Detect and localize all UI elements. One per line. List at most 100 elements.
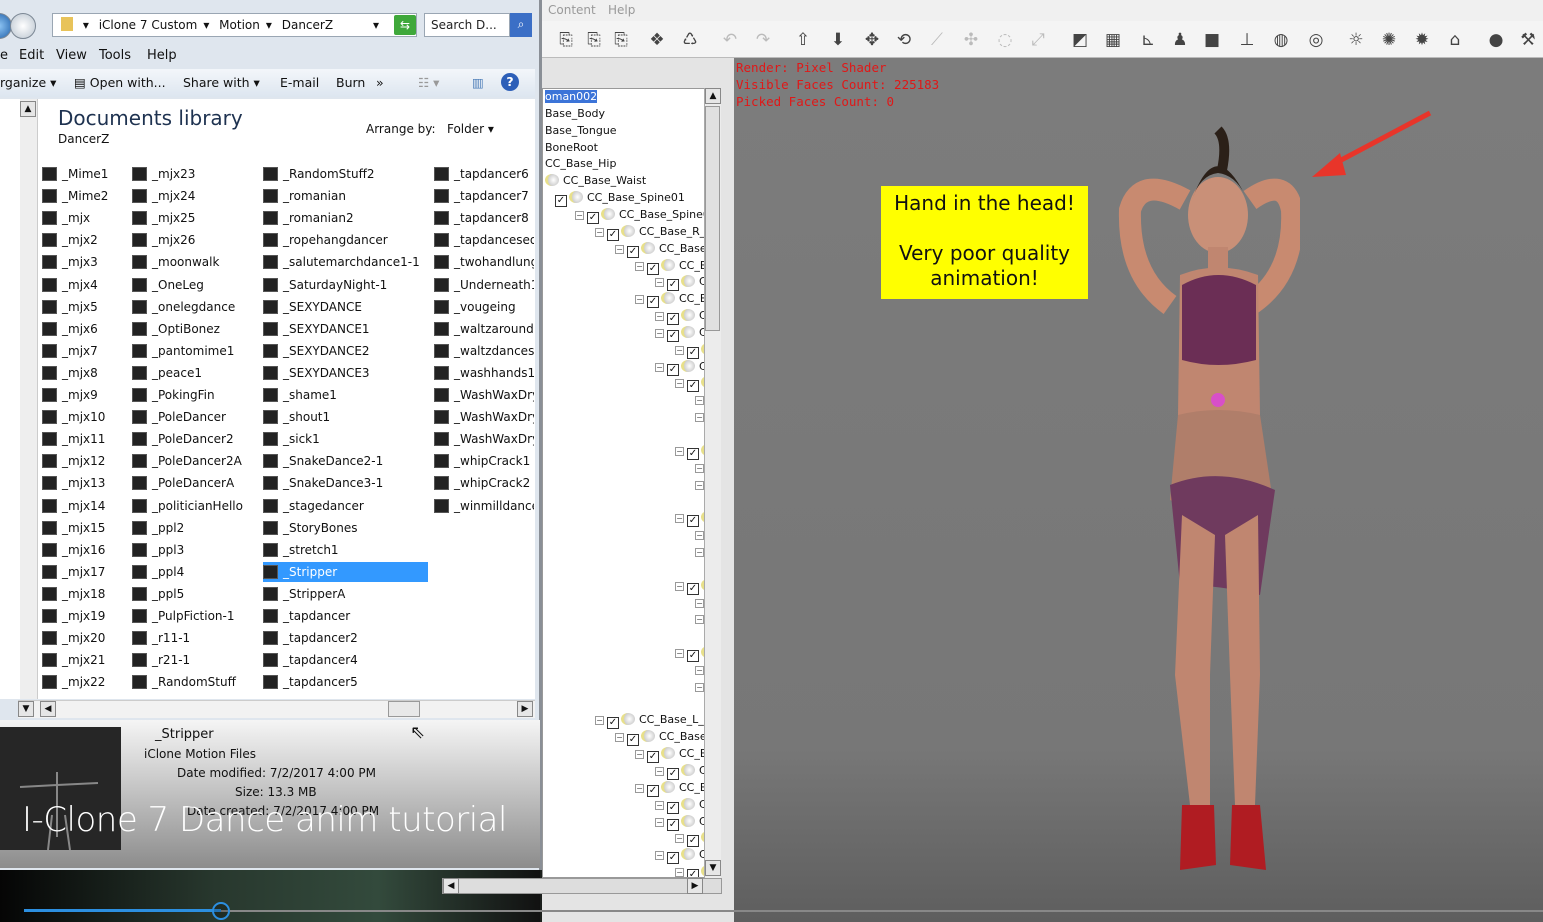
vertical-scrollbar[interactable]: ▲ (20, 99, 38, 699)
collapse-icon[interactable]: − (595, 716, 604, 726)
file-item[interactable]: _WashWaxDry (434, 429, 534, 449)
tree-node[interactable]: − (695, 477, 704, 493)
batch-icon[interactable]: ❖ (645, 29, 669, 51)
collapse-icon[interactable]: − (675, 514, 684, 524)
file-item[interactable]: _mjx7 (42, 341, 127, 361)
search-input[interactable]: Search D... (424, 13, 510, 37)
checkbox-checked[interactable]: ✓ (627, 245, 639, 258)
collapse-icon[interactable]: − (575, 210, 584, 220)
collapse-icon[interactable]: − (675, 446, 684, 456)
file-item[interactable]: _tapdancer (263, 606, 428, 626)
collapse-icon[interactable]: − (695, 665, 704, 675)
checkbox-checked[interactable]: ✓ (687, 346, 699, 359)
file-item[interactable]: _pantomime1 (132, 341, 257, 361)
file-item[interactable]: _politicianHello (132, 496, 257, 516)
file-item[interactable]: _ppl2 (132, 518, 257, 538)
file-item[interactable]: _mjx19 (42, 606, 127, 626)
file-item[interactable]: _mjx26 (132, 230, 257, 250)
arrange-by[interactable]: Arrange by: Folder ▾ (366, 122, 494, 136)
move-icon[interactable]: ✥ (860, 29, 884, 51)
collapse-icon[interactable]: − (655, 328, 664, 338)
file-item[interactable]: _mjx13 (42, 473, 127, 493)
file-item[interactable]: _mjx4 (42, 275, 127, 295)
file-item[interactable]: _romanian2 (263, 208, 428, 228)
file-item[interactable]: _tapdancer8 (434, 208, 534, 228)
help-icon[interactable]: ? (501, 73, 519, 91)
file-item[interactable]: _Underneath1 (434, 275, 534, 295)
scroll-right-icon[interactable]: ▶ (517, 701, 533, 717)
file-item[interactable]: _WashWaxDry (434, 407, 534, 427)
file-item[interactable]: _mjx10 (42, 407, 127, 427)
file-item[interactable]: _mjx22 (42, 672, 127, 692)
file-item[interactable]: _mjx21 (42, 650, 127, 670)
file-item[interactable]: _waltzdancesi (434, 341, 534, 361)
checkbox-checked[interactable]: ✓ (647, 784, 659, 797)
file-item[interactable]: _SnakeDance2-1 (263, 451, 428, 471)
tree-node[interactable]: − (695, 611, 704, 627)
file-item[interactable]: _vougeing (434, 297, 534, 317)
checkbox-checked[interactable]: ✓ (667, 768, 679, 780)
menu-tools[interactable]: Tools (99, 48, 131, 63)
checkbox-checked[interactable]: ✓ (627, 734, 639, 747)
scroll-left-icon[interactable]: ◀ (443, 878, 459, 894)
preview-pane-icon[interactable]: ▥ (472, 75, 484, 90)
file-item[interactable]: _mjx23 (132, 164, 257, 184)
file-item[interactable]: _Mime1 (42, 164, 127, 184)
collapse-icon[interactable]: − (695, 480, 704, 490)
collapse-icon[interactable]: − (655, 278, 664, 288)
tree-node[interactable]: − ✓ CC_Base_Spine02 (575, 207, 717, 224)
checkbox-checked[interactable]: ✓ (667, 852, 679, 865)
collapse-icon[interactable]: − (695, 615, 704, 625)
collapse-icon[interactable]: − (695, 598, 704, 608)
checkbox-checked[interactable]: ✓ (687, 515, 699, 528)
file-item[interactable]: _ppl5 (132, 584, 257, 604)
undo-icon[interactable]: ↶ (718, 29, 742, 51)
collapse-icon[interactable]: − (675, 834, 684, 844)
fbx-export-icon[interactable]: ⎘ (554, 29, 578, 51)
checkbox-checked[interactable]: ✓ (667, 279, 679, 292)
file-item[interactable]: _mjx14 (42, 496, 127, 516)
file-item[interactable]: _Mime2 (42, 186, 127, 206)
file-item[interactable]: _PokingFin (132, 385, 257, 405)
checkbox-checked[interactable]: ✓ (667, 363, 679, 376)
file-item[interactable]: _whipCrack2 (434, 473, 534, 493)
scroll-right-icon[interactable]: ▶ (687, 878, 703, 894)
burn-button[interactable]: Burn (336, 75, 365, 90)
scroll-up-icon[interactable]: ▲ (20, 101, 36, 117)
file-item[interactable]: _SnakeDance3-1 (263, 473, 428, 493)
spotlight-icon[interactable]: ✺ (1377, 29, 1401, 51)
checkbox-checked[interactable]: ✓ (687, 582, 699, 595)
collapse-icon[interactable]: − (615, 733, 624, 743)
file-item[interactable]: _SEXYDANCE3 (263, 363, 428, 383)
convert-icon[interactable]: ♺ (678, 29, 702, 51)
scroll-thumb[interactable] (388, 701, 420, 717)
collapse-icon[interactable]: − (655, 312, 664, 322)
file-item[interactable]: _salutemarchdance1-1 (263, 252, 428, 272)
breadcrumb-item[interactable]: DancerZ (282, 18, 333, 32)
collapse-icon[interactable]: − (655, 767, 664, 776)
collapse-icon[interactable]: − (635, 750, 644, 760)
file-item[interactable]: _tapdanceseq (434, 230, 534, 250)
tree-node[interactable]: oman002 (545, 89, 598, 105)
tree-horizontal-scrollbar[interactable]: ◀ ▶ (442, 878, 722, 894)
file-item[interactable]: _r11-1 (132, 628, 257, 648)
file-item[interactable]: _mjx20 (42, 628, 127, 648)
file-item[interactable]: _mjx16 (42, 540, 127, 560)
checkbox-checked[interactable]: ✓ (555, 195, 567, 208)
checkbox-checked[interactable]: ✓ (687, 869, 699, 877)
collapse-icon[interactable]: − (695, 413, 704, 423)
collapse-icon[interactable]: − (615, 244, 624, 254)
tree-node[interactable]: ✓ CC_Base_Spine01 (555, 190, 685, 208)
file-item[interactable]: _PoleDancer2A (132, 451, 257, 471)
character-icon[interactable]: ♟ (1168, 29, 1192, 51)
file-item[interactable]: _WashWaxDry (434, 385, 534, 405)
scale-icon[interactable]: ⤢ (1026, 29, 1050, 51)
tree-node[interactable]: − (695, 409, 704, 425)
search-icon[interactable]: ⌕ (510, 13, 532, 37)
file-item[interactable]: _OneLeg (132, 275, 257, 295)
menu-help[interactable]: Help (608, 3, 635, 17)
organize-button[interactable]: rganize ▾ (0, 75, 56, 90)
collapse-icon[interactable]: − (695, 547, 704, 557)
file-item[interactable]: _SEXYDANCE1 (263, 319, 428, 339)
checkbox-checked[interactable]: ✓ (647, 262, 659, 275)
